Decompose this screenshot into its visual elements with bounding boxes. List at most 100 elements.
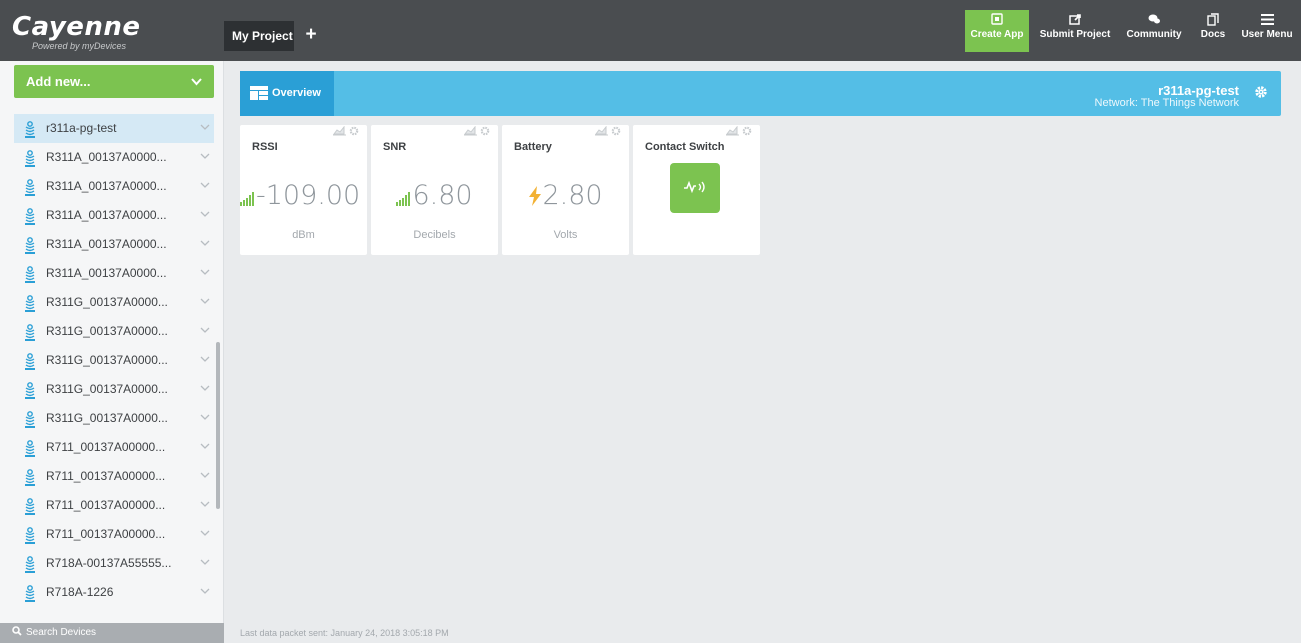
device-label: R711_00137A00000... (46, 527, 166, 541)
logo-subtitle: Powered by myDevices (32, 41, 127, 51)
app-icon (965, 13, 1029, 29)
chevron-down-icon[interactable] (200, 375, 210, 404)
sidebar-device-item[interactable]: R711_00137A00000... (14, 491, 214, 520)
logo-title: Cayenne (12, 12, 141, 42)
device-label: R311A_00137A0000... (46, 237, 167, 251)
sidebar-device-item[interactable]: R311A_00137A0000... (14, 172, 214, 201)
chevron-down-icon[interactable] (200, 404, 210, 433)
chevron-down-icon[interactable] (200, 578, 210, 607)
community-button[interactable]: Community (1124, 10, 1184, 50)
sensor-icon (24, 410, 36, 428)
chevron-down-icon[interactable] (200, 346, 210, 375)
scrollbar[interactable] (216, 342, 220, 509)
sensor-icon (24, 265, 36, 283)
share-icon (1039, 13, 1111, 29)
sidebar-device-item[interactable]: R311A_00137A0000... (14, 201, 214, 230)
chart-icon[interactable] (726, 125, 740, 136)
project-tab[interactable]: My Project (224, 21, 294, 51)
submit-project-button[interactable]: Submit Project (1039, 10, 1111, 50)
sensor-icon (24, 555, 36, 573)
sidebar-device-item[interactable]: R711_00137A00000... (14, 462, 214, 491)
chevron-down-icon[interactable] (200, 172, 210, 201)
sidebar-device-item[interactable]: r311a-pg-test (14, 114, 214, 143)
gear-icon[interactable] (349, 126, 359, 136)
network-label: Network: The Things Network (1094, 97, 1239, 109)
chevron-down-icon[interactable] (200, 201, 210, 230)
chevron-down-icon[interactable] (200, 317, 210, 346)
sidebar-device-item[interactable]: R718A-00137A55555... (14, 549, 214, 578)
widget-rssi[interactable]: RSSI -109.00 dBm (240, 125, 367, 255)
sensor-icon (24, 207, 36, 225)
sidebar-device-item[interactable]: R718A-1226 (14, 578, 214, 607)
sensor-icon (24, 439, 36, 457)
add-project-button[interactable]: + (296, 21, 326, 51)
sensor-icon (24, 497, 36, 515)
chevron-down-icon[interactable] (200, 259, 210, 288)
widget-title: Battery (514, 141, 552, 153)
widget-contact-switch[interactable]: Contact Switch (633, 125, 760, 255)
tab-overview[interactable]: Overview (240, 71, 334, 116)
sidebar-device-item[interactable]: R311G_00137A0000... (14, 375, 214, 404)
lightning-icon (529, 186, 542, 206)
chart-icon[interactable] (464, 125, 478, 136)
gear-icon[interactable] (742, 126, 752, 136)
user-menu-button[interactable]: User Menu (1237, 10, 1297, 50)
sidebar-device-item[interactable]: R311A_00137A0000... (14, 259, 214, 288)
widget-unit: dBm (292, 229, 315, 241)
tab-overview-label: Overview (272, 87, 321, 99)
chevron-down-icon[interactable] (200, 549, 210, 578)
docs-button[interactable]: Docs (1196, 10, 1230, 50)
sidebar-device-item[interactable]: R711_00137A00000... (14, 520, 214, 549)
widget-battery[interactable]: Battery 2.80 Volts (502, 125, 629, 255)
gear-icon[interactable] (611, 126, 621, 136)
chart-icon[interactable] (595, 125, 609, 136)
sidebar-device-item[interactable]: R311A_00137A0000... (14, 230, 214, 259)
device-label: r311a-pg-test (46, 121, 117, 135)
overview-bar: Overview r311a-pg-test Network: The Thin… (240, 71, 1281, 116)
sidebar-device-item[interactable]: R311G_00137A0000... (14, 317, 214, 346)
sensor-icon (24, 323, 36, 341)
gear-icon[interactable] (480, 126, 490, 136)
sensor-icon (24, 468, 36, 486)
device-label: R311A_00137A0000... (46, 208, 167, 222)
submit-project-label: Submit Project (1039, 29, 1111, 40)
chevron-down-icon[interactable] (200, 462, 210, 491)
widget-tools (726, 125, 752, 138)
top-bar: Cayenne Powered by myDevices My Project … (0, 0, 1301, 61)
sensor-icon (24, 294, 36, 312)
sidebar-device-item[interactable]: R711_00137A00000... (14, 433, 214, 462)
rssi-value: -109.00 (256, 180, 361, 211)
chevron-down-icon[interactable] (200, 433, 210, 462)
widget-value: -109.00 (240, 180, 367, 211)
sidebar-device-item[interactable]: R311G_00137A0000... (14, 404, 214, 433)
chevron-down-icon[interactable] (200, 230, 210, 259)
device-label: R311G_00137A0000... (46, 353, 168, 367)
widget-unit: Decibels (413, 229, 456, 241)
contact-switch-indicator[interactable] (670, 163, 720, 213)
chevron-down-icon[interactable] (200, 520, 210, 549)
chevron-down-icon[interactable] (200, 114, 210, 143)
create-app-button[interactable]: Create App (965, 10, 1029, 52)
device-label: R311A_00137A0000... (46, 179, 167, 193)
add-new-button[interactable]: Add new... (14, 65, 214, 98)
chart-icon[interactable] (333, 125, 347, 136)
sidebar-device-item[interactable]: R311A_00137A0000... (14, 143, 214, 172)
sensor-icon (24, 352, 36, 370)
chevron-down-icon[interactable] (200, 288, 210, 317)
sidebar-device-item[interactable]: R311G_00137A0000... (14, 346, 214, 375)
sensor-icon (24, 526, 36, 544)
logo[interactable]: Cayenne Powered by myDevices (0, 0, 224, 61)
device-label: R711_00137A00000... (46, 498, 166, 512)
user-menu-label: User Menu (1241, 29, 1293, 40)
sidebar-device-item[interactable]: R311G_00137A0000... (14, 288, 214, 317)
widget-tools (333, 125, 359, 138)
chevron-down-icon[interactable] (200, 143, 210, 172)
chevron-down-icon[interactable] (200, 491, 210, 520)
widget-title: SNR (383, 141, 407, 153)
device-label: R311A_00137A0000... (46, 266, 167, 280)
signal-bars-icon (396, 192, 411, 206)
settings-gear-icon[interactable] (1254, 85, 1268, 103)
widget-snr[interactable]: SNR 6.80 Decibels (371, 125, 498, 255)
device-label: R311G_00137A0000... (46, 382, 168, 396)
search-devices[interactable]: Search Devices (0, 623, 224, 643)
